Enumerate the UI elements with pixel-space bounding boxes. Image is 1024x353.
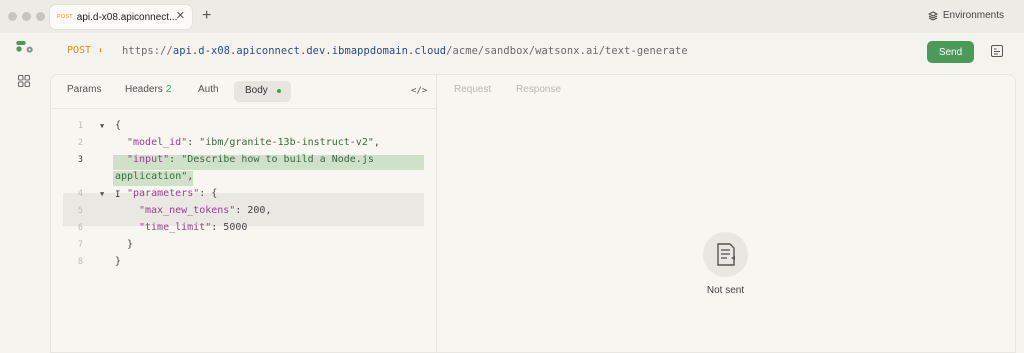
line-number: 4 xyxy=(77,189,83,199)
app-logo-icon xyxy=(16,41,33,53)
title-bar: POST api.d-x08.apiconnect... ✕ + Environ… xyxy=(0,0,1024,33)
url-protocol: https:// xyxy=(122,45,173,57)
line-number: 7 xyxy=(77,240,83,250)
request-tab[interactable]: POST api.d-x08.apiconnect... ✕ xyxy=(50,5,192,29)
tab-method-badge: POST xyxy=(57,14,73,20)
line-number: 3 xyxy=(77,155,83,165)
request-subtabs: Params Headers 2 Auth Body </> xyxy=(51,75,436,109)
url-host: api.d-x08.apiconnect.dev.ibmappdomain.cl… xyxy=(172,45,447,57)
text-cursor-icon: I xyxy=(115,190,121,200)
code-line: "parameters": { xyxy=(127,188,218,199)
json-body-editor[interactable]: I 1 2 3 4 5 6 7 8 ▼ ▼ { "model_id": "ibm… xyxy=(51,115,436,345)
tab-params[interactable]: Params xyxy=(67,84,101,95)
zoom-window-dot[interactable] xyxy=(36,12,45,21)
new-tab-button[interactable]: + xyxy=(202,6,211,26)
send-button[interactable]: Send xyxy=(927,41,974,63)
request-editor-pane: Params Headers 2 Auth Body </> I 1 2 3 4 … xyxy=(51,75,437,352)
code-line: "max_new_tokens": 200, xyxy=(139,205,272,216)
document-arrow-icon xyxy=(717,243,735,266)
code-toggle-icon[interactable]: </> xyxy=(411,86,427,96)
code-line: "model_id": "ibm/granite-13b-instruct-v2… xyxy=(127,137,380,148)
tab-body[interactable]: Body xyxy=(234,81,291,102)
tab-headers[interactable]: Headers 2 xyxy=(125,84,171,95)
headers-count-badge: 2 xyxy=(165,84,172,95)
body-status-dot xyxy=(277,89,281,93)
code-line: { xyxy=(115,120,122,131)
minimize-window-dot[interactable] xyxy=(22,12,31,21)
environments-button[interactable]: Environments xyxy=(927,10,1004,21)
environments-label: Environments xyxy=(942,10,1004,21)
line-number: 8 xyxy=(77,257,83,267)
tab-body-label: Body xyxy=(245,85,268,96)
layers-icon xyxy=(927,10,938,21)
close-window-dot[interactable] xyxy=(8,12,17,21)
method-chevron-icon: ⬍ xyxy=(98,46,103,55)
url-bar: POST ⬍ https://api.d-x08.apiconnect.dev.i… xyxy=(50,34,1014,68)
response-pane: Request Response Not sent xyxy=(437,75,1015,352)
not-sent-label: Not sent xyxy=(706,285,745,296)
fold-arrow-icon[interactable]: ▼ xyxy=(100,190,104,198)
tab-title: api.d-x08.apiconnect... xyxy=(76,11,178,23)
tab-response[interactable]: Response xyxy=(516,84,561,95)
close-tab-icon[interactable]: ✕ xyxy=(176,9,185,22)
url-path: /acme/sandbox/watsonx.ai/text-generate xyxy=(446,45,688,57)
line-number: 6 xyxy=(77,223,83,233)
method-label: POST xyxy=(67,45,92,56)
tab-headers-label: Headers xyxy=(125,84,163,95)
line-number: 2 xyxy=(77,138,83,148)
not-sent-badge xyxy=(703,232,748,277)
tab-request[interactable]: Request xyxy=(454,84,491,95)
line-number: 5 xyxy=(77,206,83,216)
code-line: } xyxy=(127,239,134,250)
request-panel: Params Headers 2 Auth Body </> I 1 2 3 4 … xyxy=(50,74,1016,353)
tab-auth[interactable]: Auth xyxy=(198,84,219,95)
method-selector[interactable]: POST ⬍ xyxy=(67,45,103,56)
fold-arrow-icon[interactable]: ▼ xyxy=(100,122,104,130)
line-number: 1 xyxy=(77,121,83,131)
code-line: } xyxy=(115,256,122,267)
code-line: "time_limit": 5000 xyxy=(139,222,248,233)
code-snippet-icon[interactable] xyxy=(991,45,1003,57)
code-line-wrap: application", xyxy=(115,171,194,182)
code-line: "input": "Describe how to build a Node.j… xyxy=(127,154,374,165)
url-input[interactable]: https://api.d-x08.apiconnect.dev.ibmappd… xyxy=(122,45,688,57)
grid-icon[interactable] xyxy=(18,75,30,87)
